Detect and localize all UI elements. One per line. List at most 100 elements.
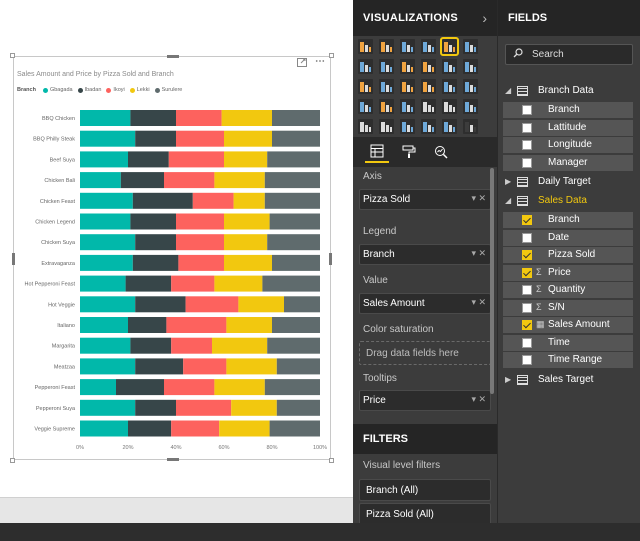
bar-segment-surulere[interactable] [276, 358, 320, 375]
bar-segment-ibadan[interactable] [128, 317, 167, 333]
table-branch-data[interactable]: ◢ Branch Data [503, 83, 636, 100]
bar-segment-ibadan[interactable] [135, 358, 184, 375]
multi-row-card-icon[interactable] [442, 99, 457, 114]
bar-segment-surulere[interactable] [269, 420, 320, 437]
bar-segment-gbagada[interactable] [80, 275, 126, 292]
field-checkbox[interactable] [522, 232, 532, 243]
expand-down-icon[interactable]: ◢ [505, 86, 511, 95]
line-and-clustered-column-icon[interactable] [442, 59, 457, 74]
clustered-column-chart-icon[interactable] [421, 39, 436, 54]
expand-right-icon[interactable]: ▶ [505, 375, 511, 384]
focus-mode-icon[interactable] [297, 58, 307, 70]
bar-segment-gbagada[interactable] [80, 213, 131, 230]
report-page[interactable]: ⋯ Sales Amount and Price by Pizza Sold a… [0, 0, 353, 497]
bar-segment-gbagada[interactable] [80, 234, 136, 251]
chevron-right-icon[interactable]: › [482, 10, 487, 26]
bar-segment-lekki[interactable] [214, 379, 265, 396]
format-paint-roller-icon[interactable] [397, 141, 421, 163]
field-checkbox[interactable] [522, 337, 532, 348]
clustered-bar-chart-icon[interactable] [400, 39, 415, 54]
bar-segment-ibadan[interactable] [130, 213, 176, 230]
field-branch[interactable]: Branch [503, 212, 633, 228]
bar-segment-gbagada[interactable] [80, 192, 133, 209]
bar-segment-lekki[interactable] [224, 254, 272, 271]
bar-segment-gbagada[interactable] [80, 420, 128, 437]
visualizations-scrollbar[interactable] [490, 168, 494, 394]
area-chart-icon[interactable] [379, 59, 394, 74]
fields-search-input[interactable]: Search [505, 44, 633, 65]
table-icon[interactable] [379, 119, 394, 134]
well-dropdown-close-icons[interactable]: ▾ ✕ [471, 297, 486, 308]
bar-segment-surulere[interactable] [269, 213, 320, 230]
stacked-area-chart-icon[interactable] [400, 59, 415, 74]
field-manager[interactable]: Manager [503, 154, 633, 171]
bar-segment-ikoyi[interactable] [185, 296, 239, 313]
bar-segment-surulere[interactable] [272, 317, 320, 333]
bar-segment-lekki[interactable] [224, 213, 270, 230]
bar-segment-ikoyi[interactable] [176, 130, 224, 147]
value-well-field[interactable]: Sales Amount ▾ ✕ [359, 293, 491, 314]
slicer-icon[interactable] [358, 119, 373, 134]
map-icon[interactable] [463, 79, 478, 94]
bar-segment-surulere[interactable] [262, 275, 320, 292]
globe-icon[interactable] [442, 119, 457, 134]
legend-well-field[interactable]: Branch ▾ ✕ [359, 244, 491, 265]
pie-chart-icon[interactable] [400, 79, 415, 94]
stacked-bar-visual[interactable]: ⋯ Sales Amount and Price by Pizza Sold a… [10, 53, 334, 463]
treemap-icon[interactable] [442, 79, 457, 94]
bar-segment-lekki[interactable] [231, 399, 277, 416]
resize-handle-top-right[interactable] [329, 53, 334, 58]
bar-segment-ibadan[interactable] [128, 151, 169, 168]
line-chart-icon[interactable] [358, 59, 373, 74]
bar-segment-ikoyi[interactable] [176, 213, 224, 230]
bar-segment-ikoyi[interactable] [183, 358, 227, 375]
bar-segment-surulere[interactable] [267, 151, 320, 168]
bar-segment-surulere[interactable] [284, 296, 320, 313]
bar-segment-gbagada[interactable] [80, 317, 128, 333]
expand-down-icon[interactable]: ◢ [505, 196, 511, 205]
bar-segment-surulere[interactable] [267, 234, 320, 251]
field-s-n[interactable]: Σ S/N [503, 299, 633, 316]
bar-segment-gbagada[interactable] [80, 130, 136, 147]
filter-card-branch[interactable]: Branch (All) [359, 479, 491, 501]
table-sales-target[interactable]: ▶ Sales Target [503, 372, 636, 389]
bar-segment-lekki[interactable] [212, 337, 268, 354]
bar-segment-ibadan[interactable] [135, 130, 176, 147]
bar-segment-ibadan[interactable] [135, 234, 176, 251]
field-lattitude[interactable]: Lattitude [503, 119, 633, 136]
field-quantity[interactable]: Σ Quantity [503, 282, 633, 298]
bar-segment-ikoyi[interactable] [176, 399, 232, 416]
bar-segment-lekki[interactable] [224, 130, 272, 147]
100-stacked-column-chart-icon[interactable] [463, 39, 478, 54]
card-icon[interactable] [421, 99, 436, 114]
bar-segment-ibadan[interactable] [135, 296, 186, 313]
field-longitude[interactable]: Longitude [503, 137, 633, 153]
bar-segment-lekki[interactable] [214, 172, 265, 189]
bar-segment-surulere[interactable] [272, 110, 320, 126]
line-and-stacked-column-icon[interactable] [421, 59, 436, 74]
filter-card-pizza-sold[interactable]: Pizza Sold (All) [359, 503, 491, 525]
bar-segment-gbagada[interactable] [80, 296, 136, 313]
bar-segment-ibadan[interactable] [132, 192, 193, 209]
bar-segment-ikoyi[interactable] [171, 420, 220, 437]
bar-segment-lekki[interactable] [238, 296, 284, 313]
stacked-bar-chart-icon[interactable] [358, 39, 373, 54]
table-sales-data[interactable]: ◢ Sales Data [503, 193, 636, 210]
bar-segment-ikoyi[interactable] [176, 110, 222, 126]
analytics-magnifier-icon[interactable] [429, 141, 453, 163]
bar-segment-surulere[interactable] [276, 399, 320, 416]
well-dropdown-close-icons[interactable]: ▾ ✕ [471, 248, 486, 259]
r-script-visual-icon[interactable] [421, 119, 436, 134]
resize-handle-top[interactable] [167, 55, 179, 58]
bar-segment-gbagada[interactable] [80, 399, 136, 416]
resize-handle-top-left[interactable] [10, 53, 15, 58]
bar-segment-ikoyi[interactable] [192, 192, 234, 209]
bar-segment-gbagada[interactable] [80, 337, 131, 354]
bar-segment-ikoyi[interactable] [168, 151, 224, 168]
bar-segment-ibadan[interactable] [128, 420, 172, 437]
more-options-icon[interactable]: ⋯ [315, 57, 326, 70]
field-checkbox[interactable] [522, 215, 532, 225]
matrix-icon[interactable] [400, 119, 415, 134]
field-checkbox[interactable] [522, 285, 532, 295]
bar-segment-ikoyi[interactable] [176, 234, 224, 251]
